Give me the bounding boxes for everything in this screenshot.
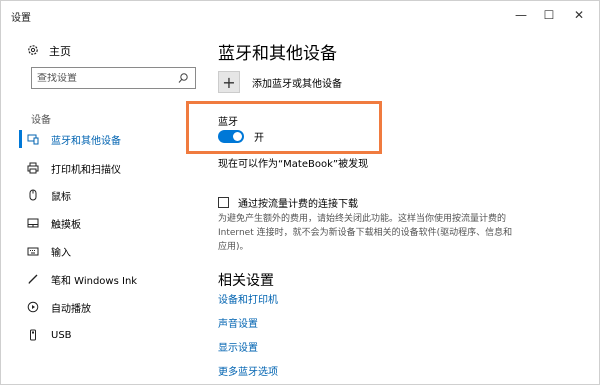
sidebar-item-label: 输入	[51, 247, 71, 259]
search-icon[interactable]	[177, 72, 189, 84]
sidebar-item-usb[interactable]: USB	[27, 326, 72, 344]
sidebar-home[interactable]: 主页	[27, 43, 71, 59]
pen-icon	[27, 273, 39, 285]
sidebar-item-printers[interactable]: 打印机和扫描仪	[27, 159, 121, 177]
add-device-label: 添加蓝牙或其他设备	[252, 78, 342, 90]
title-bar: 设置 — ☐ ✕	[1, 1, 599, 29]
gear-icon	[27, 44, 39, 59]
sidebar-item-typing[interactable]: 输入	[27, 242, 71, 260]
autoplay-icon	[27, 301, 39, 313]
link-more-bluetooth-options[interactable]: 更多蓝牙选项	[218, 363, 278, 378]
metered-download-description: 为避免产生额外的费用，请始终关闭此功能。这样当你使用按流量计费的 Interne…	[218, 214, 513, 252]
metered-download-label: 通过按流量计费的连接下载	[238, 199, 358, 210]
related-settings-title: 相关设置	[218, 273, 274, 289]
discoverable-text: 现在可以作为“MateBook”被发现	[218, 159, 369, 170]
sidebar-item-mouse[interactable]: 鼠标	[27, 186, 71, 204]
sidebar-item-autoplay[interactable]: 自动播放	[27, 298, 91, 316]
sidebar-item-label: 打印机和扫描仪	[51, 164, 121, 176]
link-devices-printers[interactable]: 设备和打印机	[218, 291, 278, 306]
sidebar-item-bluetooth[interactable]: 蓝牙和其他设备	[27, 130, 121, 148]
sidebar-home-label: 主页	[49, 45, 71, 58]
mouse-icon	[27, 189, 39, 201]
page-title: 蓝牙和其他设备	[218, 44, 337, 64]
metered-download-checkbox[interactable]	[218, 197, 229, 208]
sidebar-item-label: 笔和 Windows Ink	[51, 275, 138, 287]
search-input[interactable]	[37, 72, 172, 84]
bluetooth-devices-icon	[27, 133, 39, 145]
window-title: 设置	[11, 13, 31, 24]
highlight-annotation-box	[186, 101, 382, 154]
sidebar-item-label: USB	[51, 329, 72, 341]
sidebar: 主页 设备 蓝牙和其他设备 打印机和扫描仪 鼠标	[1, 29, 206, 384]
sidebar-item-label: 触摸板	[51, 219, 81, 231]
usb-icon	[27, 329, 39, 341]
active-indicator	[19, 130, 22, 148]
printer-icon	[27, 162, 39, 174]
sidebar-section-label: 设备	[31, 115, 51, 126]
close-button[interactable]: ✕	[565, 5, 593, 25]
plus-icon: +	[218, 71, 240, 93]
sidebar-item-label: 蓝牙和其他设备	[51, 135, 121, 147]
sidebar-item-label: 鼠标	[51, 191, 71, 203]
sidebar-item-touchpad[interactable]: 触摸板	[27, 214, 81, 232]
keyboard-icon	[27, 245, 39, 257]
maximize-button[interactable]: ☐	[535, 5, 563, 25]
link-display-settings[interactable]: 显示设置	[218, 339, 258, 354]
add-device-button[interactable]: + 添加蓝牙或其他设备	[218, 71, 342, 93]
sidebar-item-label: 自动播放	[51, 303, 91, 315]
link-sound-settings[interactable]: 声音设置	[218, 315, 258, 330]
search-box[interactable]	[31, 67, 196, 89]
metered-download-option[interactable]: 通过按流量计费的连接下载	[218, 195, 358, 210]
minimize-button[interactable]: —	[507, 5, 535, 25]
touchpad-icon	[27, 217, 39, 229]
sidebar-item-pen[interactable]: 笔和 Windows Ink	[27, 270, 137, 288]
main-panel: 蓝牙和其他设备 + 添加蓝牙或其他设备 蓝牙 开 现在可以作为“MateBook…	[218, 29, 598, 384]
settings-window: 设置 — ☐ ✕ 主页 设备 蓝牙和其他设备	[0, 0, 600, 385]
